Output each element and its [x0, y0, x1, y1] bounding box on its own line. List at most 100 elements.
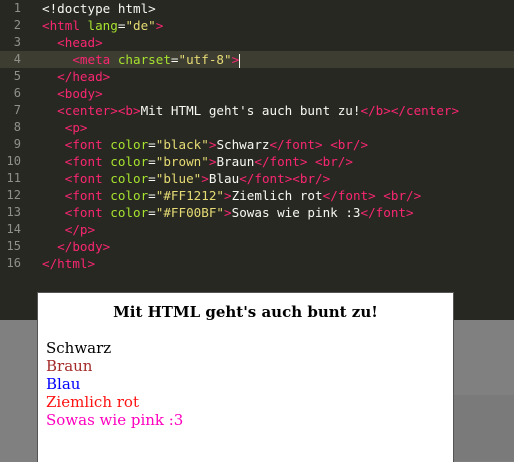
code-text: </head>	[42, 68, 110, 85]
code-token: <html	[42, 18, 88, 33]
line-number: 5	[13, 69, 21, 83]
code-token: "utf-8"	[178, 52, 232, 67]
code-token: "#FF00BF"	[155, 205, 225, 220]
line-number: 14	[6, 222, 21, 236]
code-token: <p>	[64, 120, 88, 135]
code-token: </p>	[64, 222, 96, 237]
code-token: =	[148, 188, 156, 203]
code-token: <br/>	[315, 154, 353, 169]
background-strip	[452, 395, 514, 461]
code-token: <!doctype html>	[42, 1, 156, 16]
code-text: <body>	[42, 85, 103, 102]
code-token: <center>	[57, 103, 118, 118]
code-token: color	[110, 188, 149, 203]
line-number: 3	[13, 35, 21, 49]
code-token: =	[148, 205, 156, 220]
line-number: 4	[13, 52, 21, 66]
code-text: </html>	[42, 255, 95, 272]
code-token: color	[110, 137, 149, 152]
line-number: 6	[13, 86, 21, 100]
code-text: <font color="black">Schwarz</font> <br/>	[42, 136, 368, 153]
code-text: <font color="#FF1212">Ziemlich rot</font…	[42, 187, 421, 204]
line-number: 8	[13, 120, 21, 134]
code-token: >	[155, 18, 164, 33]
preview-text-blue: Blau	[46, 375, 81, 393]
line-number: 13	[6, 205, 21, 219]
code-token: color	[110, 171, 149, 186]
code-token: </center>	[390, 103, 460, 118]
code-token: =	[148, 171, 156, 186]
code-token: "#FF1212"	[155, 188, 225, 203]
code-token: =	[148, 137, 156, 152]
code-token: </body>	[57, 239, 111, 254]
code-token: charset	[117, 52, 171, 67]
code-token: Blau	[208, 171, 240, 186]
code-token: <font	[64, 154, 111, 169]
code-text: </p>	[42, 221, 95, 238]
code-token: </font>	[322, 188, 376, 203]
code-token: >	[231, 52, 240, 67]
code-token: color	[110, 205, 149, 220]
preview-text-pink: Sowas wie pink :3	[46, 411, 184, 429]
code-text: <p>	[42, 119, 88, 136]
line-number: 11	[6, 171, 21, 185]
line-number: 10	[6, 154, 21, 168]
code-token: <font	[64, 171, 111, 186]
code-token: <b>	[117, 103, 141, 118]
code-text: <font color="#FF00BF">Sowas wie pink :3<…	[42, 204, 414, 221]
preview-text-brown: Braun	[46, 357, 93, 375]
code-token: lang	[87, 18, 118, 33]
code-token: </font>	[239, 171, 293, 186]
code-token: </b>	[360, 103, 391, 118]
code-editor[interactable]: 1 <!doctype html> 2 <html lang="de"> 3 <head…	[0, 0, 514, 320]
line-number: 12	[6, 188, 21, 202]
code-token: =	[148, 154, 156, 169]
code-token: Sowas wie pink :3	[231, 205, 361, 220]
code-token: </head>	[57, 69, 111, 84]
code-token: "black"	[155, 137, 209, 152]
code-line[interactable]: 4 <meta charset="utf-8">	[0, 51, 514, 68]
code-text: <font color="brown">Braun</font> <br/>	[42, 153, 353, 170]
code-token: <head>	[57, 35, 103, 50]
code-text: <font color="blue">Blau</font><br/>	[42, 170, 330, 187]
code-text: <!doctype html>	[42, 0, 156, 17]
preview-title: Mit HTML geht's auch bunt zu!	[113, 303, 378, 321]
code-token: color	[110, 154, 149, 169]
code-text: <html lang="de">	[42, 17, 163, 34]
code-token: =	[170, 52, 179, 67]
code-token: Braun	[216, 154, 255, 169]
code-token: </font>	[254, 154, 308, 169]
code-token: <meta	[72, 52, 118, 67]
code-token: </font>	[360, 205, 414, 220]
text-cursor	[239, 53, 241, 68]
line-number: 2	[13, 18, 21, 32]
code-token: >	[224, 205, 232, 220]
code-token: <body>	[57, 86, 103, 101]
code-token: <br/>	[383, 188, 422, 203]
line-number: 7	[13, 103, 21, 117]
code-token: "brown"	[155, 154, 209, 169]
line-number: 16	[6, 256, 21, 270]
code-token: Ziemlich rot	[231, 188, 323, 203]
code-token: <font	[64, 188, 111, 203]
code-text: <center><b>Mit HTML geht's auch bunt zu!…	[42, 102, 459, 119]
code-token: "de"	[125, 18, 156, 33]
code-text: <head>	[42, 34, 103, 51]
line-number: 9	[13, 137, 21, 151]
code-token: >	[224, 188, 232, 203]
code-text: </body>	[42, 238, 110, 255]
code-token: >	[201, 171, 209, 186]
code-text: <meta charset="utf-8">	[42, 51, 241, 68]
code-token: </font>	[269, 137, 323, 152]
code-token: "blue"	[155, 171, 202, 186]
